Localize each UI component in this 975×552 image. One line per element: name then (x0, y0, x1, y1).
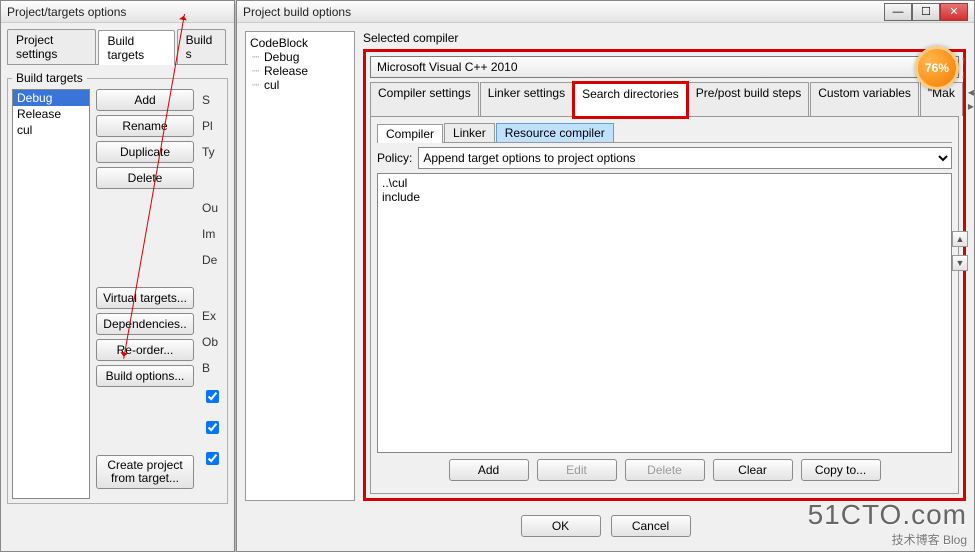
badge-value: 76% (925, 61, 949, 75)
project-targets-window: Project/targets options Project settings… (0, 0, 235, 552)
main-tab-strip: Compiler settings Linker settings Search… (370, 82, 959, 117)
tab-linker-settings[interactable]: Linker settings (480, 82, 573, 116)
annotation-highlight-box: Microsoft Visual C++ 2010 Compiler setti… (363, 49, 966, 501)
dir-delete-button[interactable]: Delete (625, 459, 705, 481)
dir-add-button[interactable]: Add (449, 459, 529, 481)
tab-build-targets[interactable]: Build targets (98, 30, 174, 65)
tab-scroll-icon[interactable]: ◂ ▸ (964, 82, 975, 116)
tab-custom-variables[interactable]: Custom variables (810, 82, 919, 116)
cut-label: Ex (202, 309, 222, 323)
cut-label: Pl (202, 119, 222, 133)
targets-listbox[interactable]: Debug Release cul (12, 89, 90, 499)
titlebar[interactable]: Project build options — ☐ ✕ (237, 1, 974, 23)
build-targets-fieldset: Build targets Debug Release cul Add Rena… (7, 71, 228, 504)
move-up-icon[interactable]: ▲ (952, 231, 968, 247)
dir-copy-button[interactable]: Copy to... (801, 459, 881, 481)
maximize-button[interactable]: ☐ (912, 3, 940, 21)
window-title: Project build options (243, 5, 884, 19)
subtab-compiler[interactable]: Compiler (377, 124, 443, 143)
option-checkbox[interactable] (206, 452, 219, 465)
tab-strip: Project settings Build targets Build s (7, 29, 228, 65)
duplicate-button[interactable]: Duplicate (96, 141, 194, 163)
fieldset-legend: Build targets (12, 71, 87, 85)
policy-select[interactable]: Append target options to project options (418, 147, 952, 169)
directories-list[interactable] (377, 173, 952, 453)
subtab-linker[interactable]: Linker (444, 123, 495, 142)
sub-tab-strip: Compiler Linker Resource compiler (377, 123, 952, 143)
delete-button[interactable]: Delete (96, 167, 194, 189)
tab-build-s[interactable]: Build s (177, 29, 226, 64)
rename-button[interactable]: Rename (96, 115, 194, 137)
tab-search-directories[interactable]: Search directories (574, 83, 687, 117)
dir-clear-button[interactable]: Clear (713, 459, 793, 481)
list-item[interactable]: Debug (13, 90, 89, 106)
tree-root[interactable]: CodeBlock (250, 36, 350, 50)
add-button[interactable]: Add (96, 89, 194, 111)
policy-label: Policy: (377, 151, 412, 165)
compiler-value: Microsoft Visual C++ 2010 (377, 60, 518, 74)
cut-label: Im (202, 227, 222, 241)
minimize-button[interactable]: — (884, 3, 912, 21)
build-options-button[interactable]: Build options... (96, 365, 194, 387)
selected-compiler-label: Selected compiler (363, 31, 966, 45)
virtual-targets-button[interactable]: Virtual targets... (96, 287, 194, 309)
create-project-button[interactable]: Create project from target... (96, 455, 194, 489)
project-build-options-window: Project build options — ☐ ✕ CodeBlock De… (236, 0, 975, 552)
option-checkbox[interactable] (206, 390, 219, 403)
dependencies-button[interactable]: Dependencies.. (96, 313, 194, 335)
tab-compiler-settings[interactable]: Compiler settings (370, 82, 479, 116)
list-item[interactable]: cul (13, 122, 89, 138)
cut-label: S (202, 93, 222, 107)
ok-button[interactable]: OK (521, 515, 601, 537)
targets-tree[interactable]: CodeBlock Debug Release cul (245, 31, 355, 501)
option-checkbox[interactable] (206, 421, 219, 434)
progress-badge: 76% (915, 46, 959, 90)
cut-label: B (202, 361, 222, 375)
list-item[interactable]: Release (13, 106, 89, 122)
dir-edit-button[interactable]: Edit (537, 459, 617, 481)
tab-pre-post-build[interactable]: Pre/post build steps (688, 82, 809, 116)
titlebar[interactable]: Project/targets options (1, 1, 234, 23)
compiler-dropdown[interactable]: Microsoft Visual C++ 2010 (370, 56, 959, 78)
cut-label: Ou (202, 201, 222, 215)
cut-label: Ty (202, 145, 222, 159)
move-down-icon[interactable]: ▼ (952, 255, 968, 271)
cut-label: Ob (202, 335, 222, 349)
reorder-button[interactable]: Re-order... (96, 339, 194, 361)
close-button[interactable]: ✕ (940, 3, 968, 21)
cut-label: De (202, 253, 222, 267)
truncated-right-pane: S Pl Ty Ou Im De Ex Ob B (200, 89, 222, 499)
tree-item[interactable]: cul (250, 78, 350, 92)
cancel-button[interactable]: Cancel (611, 515, 691, 537)
tree-item[interactable]: Release (250, 64, 350, 78)
tree-item[interactable]: Debug (250, 50, 350, 64)
subtab-resource-compiler[interactable]: Resource compiler (496, 123, 614, 142)
window-title: Project/targets options (7, 5, 228, 19)
tab-project-settings[interactable]: Project settings (7, 29, 96, 64)
